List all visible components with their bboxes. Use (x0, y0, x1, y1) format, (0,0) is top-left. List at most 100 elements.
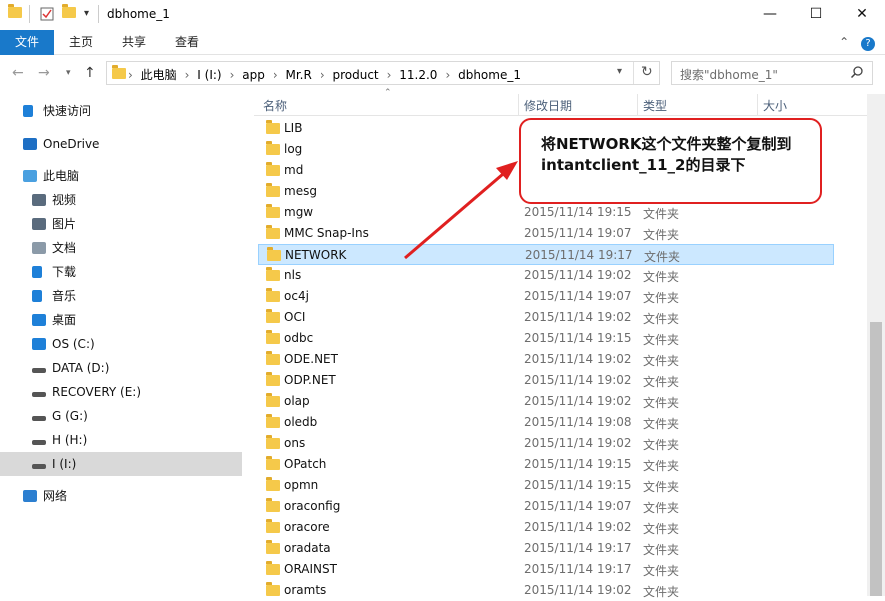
table-row[interactable]: ODP.NET 2015/11/14 19:02 文件夹 (258, 370, 834, 391)
sidebar-item-recovery-e[interactable]: RECOVERY (E:) (0, 380, 242, 404)
sidebar-item-h-drive[interactable]: H (H:) (0, 428, 242, 452)
folder-icon (266, 141, 280, 155)
back-icon[interactable]: ← (12, 65, 24, 81)
folder-icon (266, 267, 280, 281)
file-name: oledb (284, 415, 318, 429)
table-row[interactable]: oledb 2015/11/14 19:08 文件夹 (258, 412, 834, 433)
table-row[interactable]: oc4j 2015/11/14 19:07 文件夹 (258, 286, 834, 307)
table-row[interactable]: odbc 2015/11/14 19:15 文件夹 (258, 328, 834, 349)
scrollbar-thumb[interactable] (870, 322, 882, 596)
minimize-button[interactable]: — (747, 0, 793, 30)
sidebar-item-label: I (I:) (52, 457, 77, 471)
breadcrumb-chevron-icon[interactable]: › (230, 68, 235, 82)
sidebar-item-os-c[interactable]: OS (C:) (0, 332, 242, 356)
search-input[interactable]: 搜索"dbhome_1" (680, 66, 778, 83)
sidebar-item-label: 快速访问 (43, 104, 92, 118)
vertical-scrollbar[interactable] (867, 94, 885, 596)
table-row[interactable]: opmn 2015/11/14 19:15 文件夹 (258, 475, 834, 496)
sidebar-item-downloads[interactable]: 下载 (0, 260, 242, 284)
table-row[interactable]: ons 2015/11/14 19:02 文件夹 (258, 433, 834, 454)
properties-icon[interactable] (40, 7, 54, 21)
recent-locations-icon[interactable]: ▾ (66, 68, 71, 78)
file-type: 文件夹 (643, 585, 680, 599)
close-button[interactable]: ✕ (839, 0, 885, 30)
table-row[interactable]: ODE.NET 2015/11/14 19:02 文件夹 (258, 349, 834, 370)
breadcrumb-item[interactable]: Mr.R (285, 68, 311, 82)
table-row[interactable]: mgw 2015/11/14 19:15 文件夹 (258, 202, 834, 223)
table-row[interactable]: oradata 2015/11/14 19:17 文件夹 (258, 538, 834, 559)
divider[interactable] (518, 94, 519, 116)
file-type: 文件夹 (643, 291, 680, 305)
file-name: OPatch (284, 457, 327, 471)
column-date[interactable]: 修改日期 (524, 97, 572, 114)
column-size[interactable]: 大小 (763, 97, 787, 114)
table-row[interactable]: nls 2015/11/14 19:02 文件夹 (258, 265, 834, 286)
sidebar-item-quick-access[interactable]: 快速访问 (0, 99, 242, 123)
table-row[interactable]: olap 2015/11/14 19:02 文件夹 (258, 391, 834, 412)
breadcrumb-chevron-icon[interactable]: › (320, 68, 325, 82)
sidebar-item-i-drive[interactable]: I (I:) (0, 452, 242, 476)
breadcrumb-item[interactable]: I (I:) (197, 68, 221, 82)
ribbon-collapse-icon[interactable]: ⌃ (839, 35, 849, 49)
sidebar-item-music[interactable]: 音乐 (0, 284, 242, 308)
column-type[interactable]: 类型 (643, 97, 667, 114)
new-folder-icon[interactable] (62, 4, 76, 21)
sidebar-item-videos[interactable]: 视频 (0, 188, 242, 212)
sidebar-item-data-d[interactable]: DATA (D:) (0, 356, 242, 380)
sidebar-item-pictures[interactable]: 图片 (0, 212, 242, 236)
sidebar-item-network[interactable]: 网络 (0, 484, 242, 508)
refresh-icon[interactable]: ↻ (641, 64, 653, 80)
sidebar-item-this-pc[interactable]: 此电脑 (0, 164, 242, 188)
tab-home[interactable]: 主页 (54, 30, 108, 55)
search-box[interactable]: 搜索"dbhome_1" (671, 61, 873, 85)
up-icon[interactable]: ↑ (84, 65, 96, 81)
table-row[interactable]: ORAINST 2015/11/14 19:17 文件夹 (258, 559, 834, 580)
tab-file[interactable]: 文件 (0, 30, 54, 55)
table-row[interactable]: OCI 2015/11/14 19:02 文件夹 (258, 307, 834, 328)
folder-icon (266, 498, 280, 512)
breadcrumb-item[interactable]: dbhome_1 (458, 68, 521, 82)
sidebar-item-desktop[interactable]: 桌面 (0, 308, 242, 332)
folder-icon (266, 351, 280, 365)
music-icon (32, 290, 42, 302)
sidebar-item-label: 音乐 (52, 289, 77, 303)
breadcrumb-chevron-icon[interactable]: › (387, 68, 392, 82)
forward-icon[interactable]: → (38, 65, 50, 81)
breadcrumb-item[interactable]: 此电脑 (141, 68, 177, 82)
address-history-icon[interactable]: ▾ (617, 66, 622, 77)
divider[interactable] (637, 94, 638, 116)
customize-quick-access-icon[interactable]: ▾ (84, 8, 89, 19)
file-type: 文件夹 (643, 480, 680, 494)
tab-view[interactable]: 查看 (160, 30, 214, 55)
tab-share[interactable]: 共享 (108, 30, 160, 55)
breadcrumb-item[interactable]: app (242, 68, 265, 82)
file-name: LIB (284, 121, 303, 135)
search-icon[interactable] (850, 65, 864, 82)
drive-icon (32, 416, 46, 421)
table-row[interactable]: NETWORK 2015/11/14 19:17 文件夹 (258, 244, 834, 265)
divider[interactable] (757, 94, 758, 116)
address-bar[interactable]: › 此电脑 › I (I:) › app › Mr.R › product › 11.2.… (106, 61, 660, 85)
table-row[interactable]: oramts 2015/11/14 19:02 文件夹 (258, 580, 834, 601)
file-date: 2015/11/14 19:17 (524, 541, 632, 555)
breadcrumb-chevron-icon[interactable]: › (185, 68, 190, 82)
table-row[interactable]: oracore 2015/11/14 19:02 文件夹 (258, 517, 834, 538)
sidebar-item-label: H (H:) (52, 433, 88, 447)
breadcrumb-item[interactable]: product (332, 68, 378, 82)
breadcrumb-chevron-icon[interactable]: › (128, 68, 133, 82)
drive-icon (32, 440, 46, 445)
table-row[interactable]: MMC Snap-Ins 2015/11/14 19:07 文件夹 (258, 223, 834, 244)
sidebar-item-g-drive[interactable]: G (G:) (0, 404, 242, 428)
folder-icon (266, 435, 280, 449)
table-row[interactable]: OPatch 2015/11/14 19:15 文件夹 (258, 454, 834, 475)
breadcrumb-item[interactable]: 11.2.0 (399, 68, 437, 82)
breadcrumb-chevron-icon[interactable]: › (273, 68, 278, 82)
maximize-button[interactable]: ☐ (793, 0, 839, 30)
table-row[interactable]: oraconfig 2015/11/14 19:07 文件夹 (258, 496, 834, 517)
drive-icon (32, 464, 46, 469)
breadcrumb-chevron-icon[interactable]: › (445, 68, 450, 82)
help-icon[interactable]: ? (861, 37, 875, 51)
column-name[interactable]: 名称 (263, 97, 287, 114)
sidebar-item-documents[interactable]: 文档 (0, 236, 242, 260)
sidebar-item-onedrive[interactable]: OneDrive (0, 132, 242, 156)
